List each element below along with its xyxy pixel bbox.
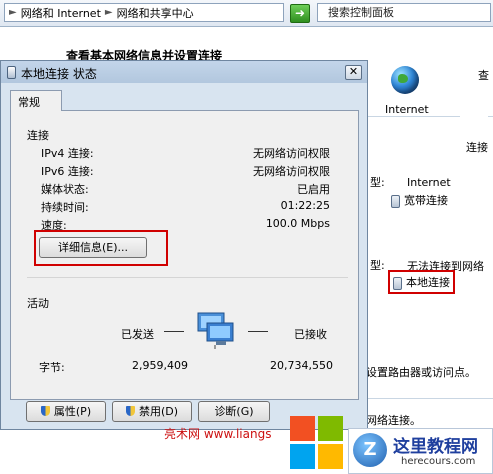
bytes-label: 字节: [39,361,65,374]
disable-button[interactable]: 禁用(D) [112,401,192,422]
network-plug-icon [7,66,16,79]
site-name: 这里教程网 [393,437,478,457]
properties-button[interactable]: 属性(P) [26,401,106,422]
access-type-label: 型: [370,176,385,189]
diagnose-button[interactable]: 诊断(G) [198,401,270,422]
bytes-received-value: 20,734,550 [270,359,333,372]
divider [360,116,460,117]
refresh-icon[interactable]: ➜ [290,4,310,23]
breadcrumb-network-internet[interactable]: 网络和 Internet [21,5,101,21]
speed-value: 100.0 Mbps [265,217,330,230]
divider [488,116,493,117]
details-button[interactable]: 详细信息(E)... [39,237,147,258]
network-plug-icon [391,194,400,208]
uac-shield-icon [125,406,135,416]
view-full-map-link[interactable]: 查 [478,67,489,83]
address-box[interactable]: ► 网络和 Internet ► 网络和共享中心 [4,3,284,22]
activity-section-label: 活动 [27,297,49,310]
router-setup-text[interactable]: 设置路由器或访问点。 [366,364,476,380]
connection-section-label: 连接 [27,129,49,142]
dialog-title: 本地连接 状态 [21,67,97,81]
general-panel: 连接 IPv4 连接: 无网络访问权限 IPv6 连接: 无网络访问权限 媒体状… [10,110,359,400]
ipv4-label: IPv4 连接: [41,147,94,160]
tab-general[interactable]: 常规 [10,90,62,111]
watermark-text: 亮术网 www.liangs [164,427,272,441]
broadband-connection-link[interactable]: 宽带连接 [391,192,448,208]
network-plug-icon [393,276,402,290]
sent-label: 已发送 [121,328,154,341]
media-state-value: 已启用 [297,183,330,196]
site-url: herecours.com [401,456,476,467]
divider [164,331,184,332]
chevron-right-icon: ► [9,7,17,18]
network-activity-icon [197,312,234,349]
divider [248,331,268,332]
properties-button-label: 属性(P) [53,405,92,418]
address-bar: ► 网络和 Internet ► 网络和共享中心 ➜ 搜索控制面板 [0,0,493,27]
ipv6-value: 无网络访问权限 [253,165,330,178]
media-state-label: 媒体状态: [41,183,89,196]
dialog-titlebar[interactable]: 本地连接 状态 ✕ [1,61,367,83]
ipv6-label: IPv6 连接: [41,165,94,178]
duration-label: 持续时间: [41,201,89,214]
divider [366,398,493,399]
connection-header[interactable]: 连接 [466,139,488,155]
chevron-right-icon: ► [104,7,113,18]
windows-logo-icon [290,416,344,470]
ipv4-value: 无网络访问权限 [253,147,330,160]
internet-label: Internet [385,103,429,116]
access-type-value: Internet [407,176,451,189]
local-connection-status-dialog: 本地连接 状态 ✕ 常规 连接 IPv4 连接: 无网络访问权限 IPv6 连接… [0,60,368,430]
search-input[interactable]: 搜索控制面板 [317,3,491,22]
uac-shield-icon [40,406,50,416]
divider [27,277,348,278]
bytes-sent-value: 2,959,409 [132,359,188,372]
close-button[interactable]: ✕ [345,65,362,80]
disable-button-label: 禁用(D) [138,405,179,418]
local-connection-link[interactable]: 本地连接 [388,270,455,294]
breadcrumb-network-sharing[interactable]: 网络和共享中心 [117,5,194,21]
local-connection-label: 本地连接 [406,276,450,289]
received-label: 已接收 [294,328,327,341]
access-type-label: 型: [370,259,385,272]
duration-value: 01:22:25 [280,199,330,212]
globe-icon [391,66,419,94]
site-logo-badge: Z 这里教程网 herecours.com [348,428,493,474]
network-connection-text[interactable]: 网络连接。 [366,412,421,428]
broadband-connection-label: 宽带连接 [404,194,448,207]
close-icon: ✕ [348,65,359,78]
site-logo-icon: Z [353,433,387,467]
